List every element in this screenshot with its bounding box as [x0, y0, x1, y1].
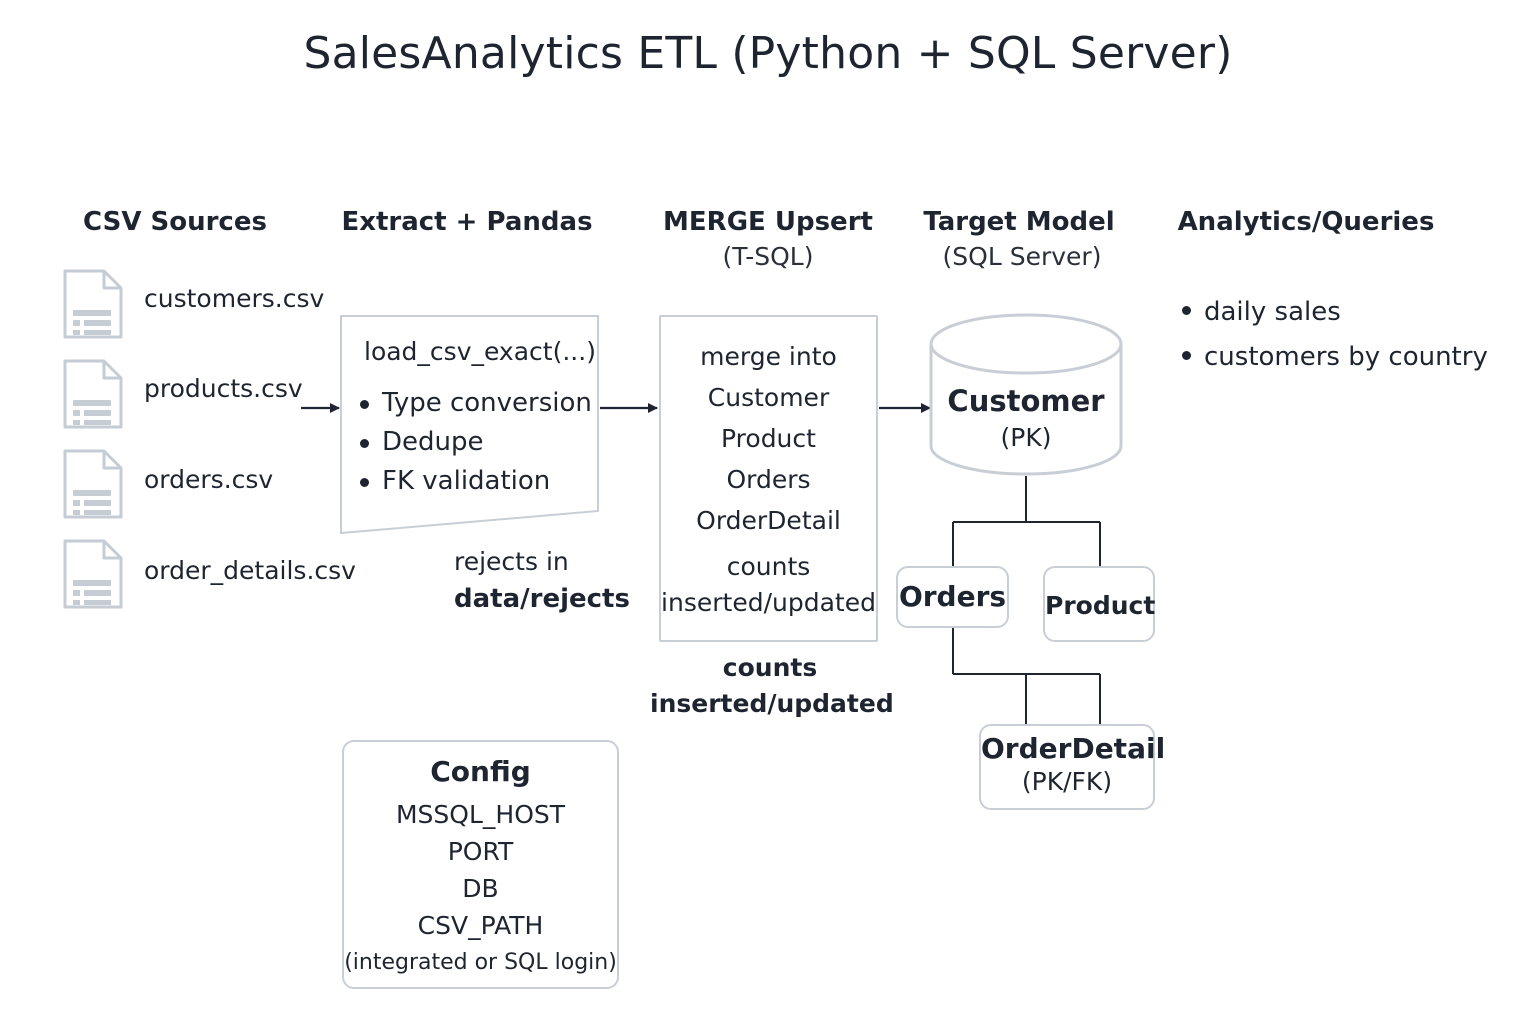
merge-line: Orders: [726, 465, 811, 494]
merge-line: Product: [721, 424, 816, 453]
merge-box: merge into Customer Product Orders Order…: [659, 315, 878, 642]
rejects-label: rejects in: [454, 547, 569, 576]
config-title: Config: [430, 755, 531, 788]
merge-line: OrderDetail: [696, 506, 841, 535]
merge-counts: counts: [726, 552, 811, 581]
merge-line: merge into: [700, 342, 837, 371]
extract-function: load_csv_exact(...): [364, 337, 596, 366]
analytics-item: daily sales: [1180, 290, 1488, 335]
config-item: DB: [462, 874, 499, 903]
entity-orderdetail-name: OrderDetail: [981, 732, 1166, 765]
analytics-list: daily sales customers by country: [1180, 290, 1488, 380]
extract-step-item: FK validation: [358, 462, 592, 501]
entity-customer-name: Customer: [947, 384, 1105, 418]
config-item: CSV_PATH: [417, 911, 544, 940]
config-box: Config MSSQL_HOST PORT DB CSV_PATH (inte…: [342, 740, 619, 989]
config-note: (integrated or SQL login): [344, 950, 617, 975]
extract-step-item: Dedupe: [358, 423, 592, 462]
merge-counts-detail: inserted/updated: [661, 588, 876, 617]
entity-orderdetail: OrderDetail (PK/FK): [979, 724, 1166, 810]
entity-product-name: Product: [1045, 591, 1156, 620]
entity-product: Product: [1043, 566, 1155, 642]
rejects-path: data/rejects: [454, 584, 630, 614]
extract-step-item: Type conversion: [358, 384, 592, 423]
merge-line: Customer: [707, 383, 830, 412]
config-item: PORT: [447, 837, 514, 866]
merge-counts-label: counts: [722, 653, 818, 682]
entity-orderdetail-key: (PK/FK): [1021, 767, 1113, 796]
config-item: MSSQL_HOST: [395, 800, 566, 829]
merge-counts-label-detail: inserted/updated: [650, 689, 894, 718]
extract-steps-list: Type conversion Dedupe FK validation: [358, 384, 592, 501]
entity-orders-name: Orders: [898, 580, 1007, 613]
analytics-item: customers by country: [1180, 335, 1488, 380]
entity-orders: Orders: [896, 566, 1009, 628]
entity-customer-key: (PK): [1000, 423, 1052, 452]
